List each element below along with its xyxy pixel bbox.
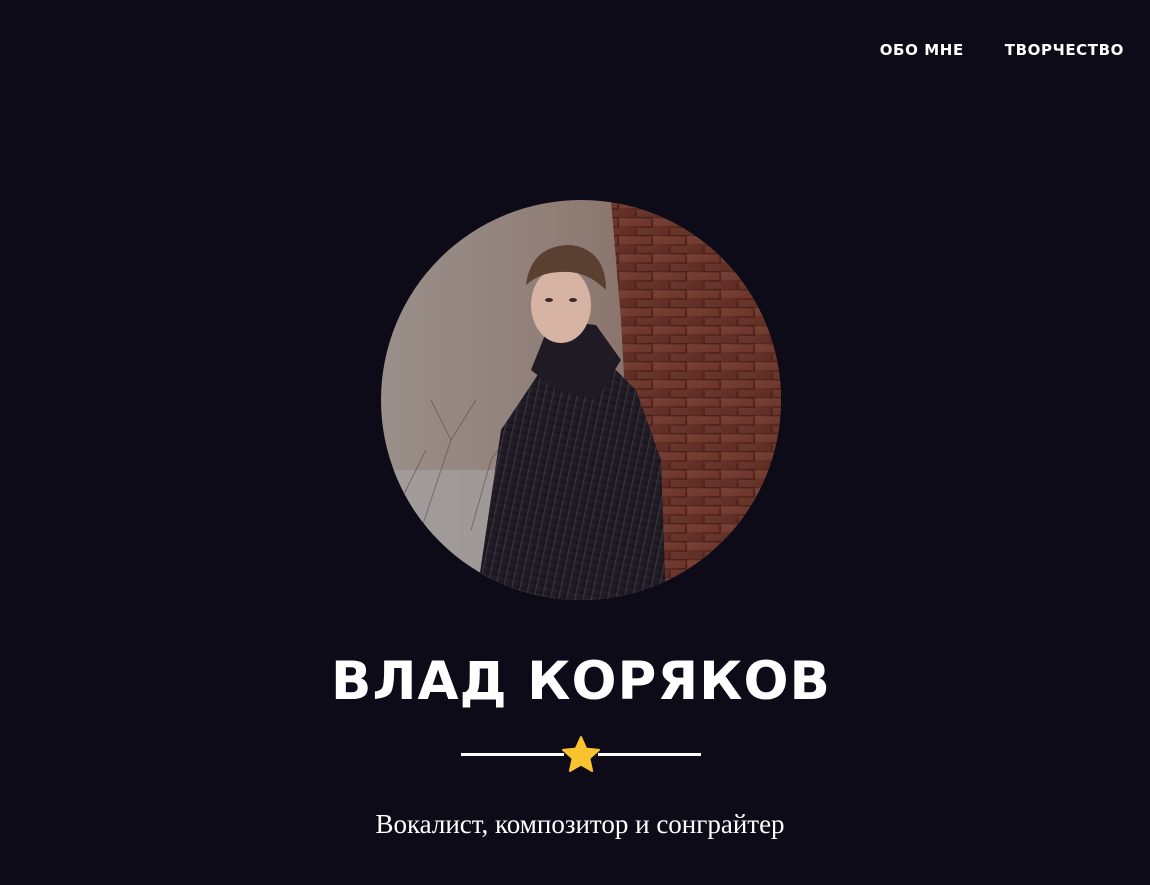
- top-nav: ОБО МНЕ ТВОРЧЕСТВО: [880, 40, 1124, 60]
- hero-name: ВЛАД КОРЯКОВ: [331, 651, 831, 712]
- name-divider: [461, 736, 701, 774]
- nav-link-about[interactable]: ОБО МНЕ: [880, 40, 964, 60]
- hero-tagline: Вокалист, композитор и сонграйтер: [375, 809, 785, 839]
- nav-link-works[interactable]: ТВОРЧЕСТВО: [1005, 40, 1124, 60]
- divider-line-right: [598, 753, 701, 756]
- divider-line-left: [461, 753, 564, 756]
- profile-photo: [381, 200, 781, 600]
- star-icon: [562, 736, 600, 772]
